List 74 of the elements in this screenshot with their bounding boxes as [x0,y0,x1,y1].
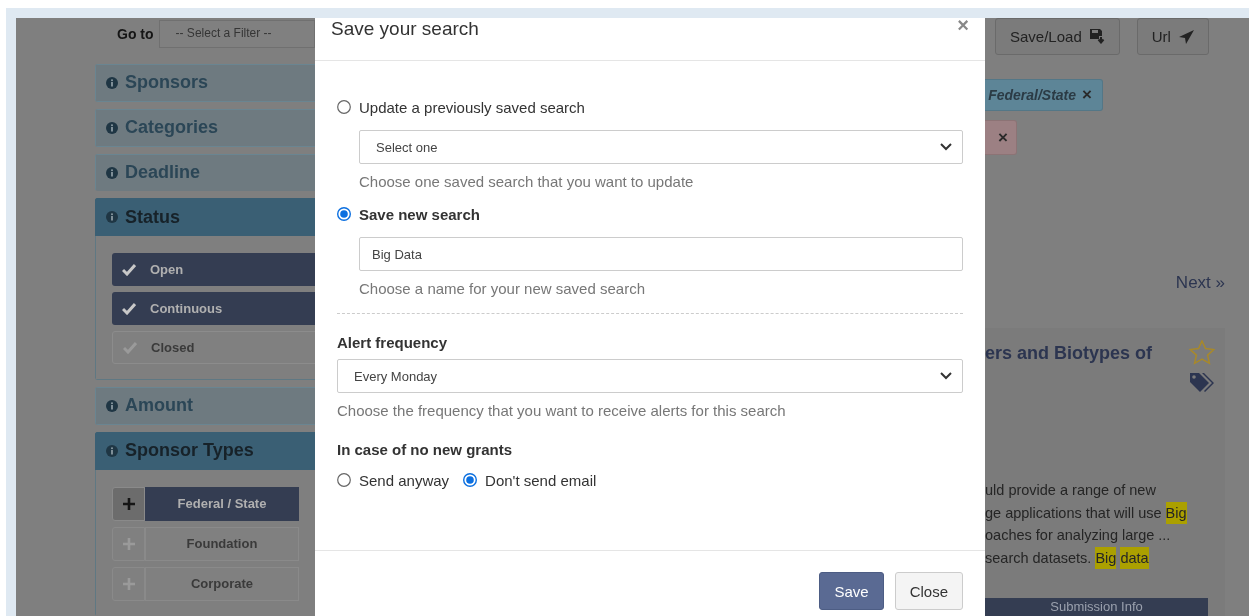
plus-icon [122,577,135,590]
result-title[interactable]: ers and Biotypes of [985,340,1153,395]
info-icon [106,444,118,457]
send-icon [1178,29,1194,44]
highlighted-word: Big [1095,546,1117,569]
filter-header[interactable]: Amount [95,386,315,425]
snippet-text: ge applications that will use [985,503,1162,523]
sponsor-type-toggle[interactable]: Corporate [145,566,299,601]
sponsor-type-toggle[interactable]: Foundation [145,526,299,561]
filter-title: Deadline [125,162,201,184]
help-text: Choose one saved search that you want to update [359,173,695,190]
plus-icon [122,537,135,550]
chevron-down-icon [940,372,952,380]
filter-title: Sponsors [125,72,208,94]
tag-label: Federal/State [988,87,1077,103]
status-option[interactable]: Closed [112,331,315,365]
snippet-text: search datasets. [985,548,1092,568]
snippet-text: oaches for analyzing large ... [985,526,1171,545]
filter-title: Amount [125,395,193,417]
field-label: Alert frequency [337,334,449,351]
radio-button[interactable] [337,473,351,487]
info-icon [106,121,118,134]
radio-label[interactable]: Save new search [359,205,480,223]
add-button[interactable] [112,486,145,521]
filter-select[interactable]: -- Select a Filter -- [158,19,315,48]
field-label: In case of no new grants [337,441,514,458]
filter-header[interactable]: Status [95,198,315,237]
goto-label: Go to [117,25,154,42]
highlighted-word: Big [1165,501,1187,524]
filter-title: Status [125,206,180,228]
radio-button[interactable] [337,100,351,114]
close-button[interactable]: × [957,18,969,32]
plus-icon [122,497,135,510]
close-button[interactable]: Close [894,572,963,610]
save-button[interactable]: Save [819,572,884,610]
search-name-field[interactable]: Big Data [359,237,963,271]
filter-header[interactable]: Categories [95,108,315,147]
status-option[interactable]: Continuous [112,292,315,326]
status-option[interactable]: Open [112,253,315,287]
info-icon [106,76,118,89]
filter-header[interactable]: Deadline [95,153,315,192]
radio-label[interactable]: Don't send email [485,471,597,489]
next-link[interactable]: Next » [1175,273,1225,293]
tag-icon[interactable] [1189,373,1215,395]
radio-label[interactable]: Send anyway [359,471,450,489]
snippet-text: uld provide a range of new [985,481,1156,500]
saved-search-select[interactable]: Select one [359,130,963,164]
radio-label[interactable]: Update a previously saved search [359,98,585,116]
filter-header[interactable]: Sponsor Types [95,431,315,470]
toolbar-button[interactable]: Url [1136,18,1209,55]
chevron-down-icon [940,143,952,151]
filter-header[interactable]: Sponsors [95,63,315,102]
help-text: Choose the frequency that you want to receive alerts for this search [337,402,787,419]
info-icon [106,211,118,224]
dialog-title: Save your search [331,18,479,40]
check-icon [122,302,136,315]
remove-tag-button[interactable]: × [998,127,1008,148]
check-icon [122,263,136,276]
info-icon [106,399,118,412]
remove-tag-button[interactable]: × [1082,85,1092,105]
filter-title: Sponsor Types [125,440,254,462]
filter-title: Categories [125,117,219,139]
frequency-select[interactable]: Every Monday [337,359,963,393]
radio-button[interactable] [463,473,478,487]
check-icon [123,341,137,354]
help-text: Choose a name for your new saved search [359,280,646,297]
save-icon [1089,29,1105,44]
info-icon [106,166,118,179]
sponsor-type-toggle[interactable]: Federal / State [145,486,299,521]
highlighted-word: data [1120,546,1149,569]
star-icon[interactable] [1189,340,1215,365]
toolbar-button[interactable]: Save/Load [995,18,1120,55]
submission-info-button[interactable]: Submission Info [985,598,1208,616]
radio-button[interactable] [337,207,351,221]
